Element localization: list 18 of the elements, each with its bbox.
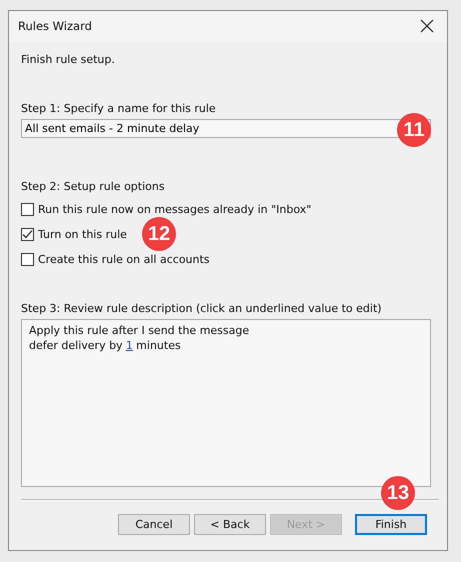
checkbox-label: Run this rule now on messages already in "Inbox" [38, 202, 312, 216]
description-text: defer delivery by [29, 338, 123, 353]
description-text: minutes [136, 338, 181, 353]
checkbox-label: Turn on this rule [38, 228, 127, 240]
checkbox[interactable] [21, 252, 34, 266]
step-label: Step 3: Review rule description (click an underlined value to edit) [21, 302, 383, 315]
dialog-button[interactable]: < Back [194, 514, 266, 535]
checkbox[interactable] [21, 202, 34, 216]
checkbox-label: Create this rule on all accounts [38, 252, 210, 266]
description-text: Apply this rule after I send the message [29, 323, 250, 338]
checkbox[interactable] [21, 228, 34, 240]
dialog-button[interactable]: Finish [355, 514, 427, 535]
dialog-button[interactable]: Cancel [118, 514, 190, 535]
value-link[interactable]: 1 [126, 338, 133, 353]
heading-text: Finish rule setup. [21, 53, 116, 66]
step-label: Step 2: Setup rule options [21, 180, 166, 193]
window-title: Rules Wizard [18, 19, 92, 33]
step-label: Step 1: Specify a name for this rule [21, 102, 217, 115]
